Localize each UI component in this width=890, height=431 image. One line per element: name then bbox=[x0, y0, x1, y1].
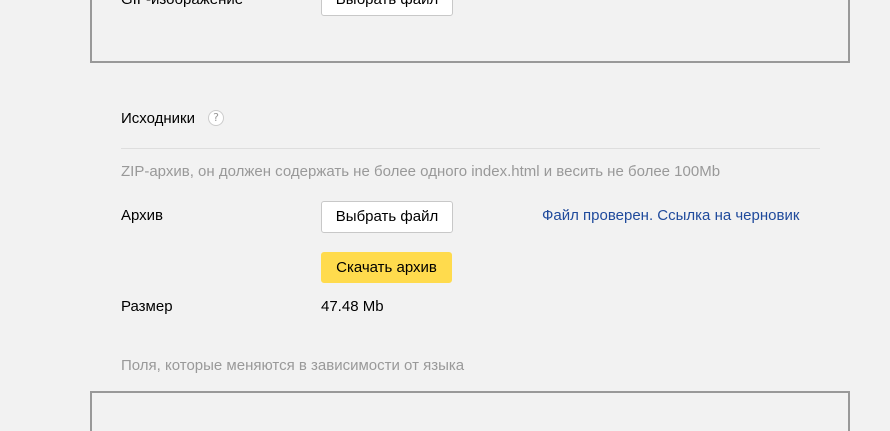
archive-label: Архив bbox=[121, 207, 164, 224]
language-fields-hint: Поля, которые меняются в зависимости от … bbox=[121, 357, 465, 374]
gif-choose-file-button[interactable]: Выбрать файл bbox=[321, 0, 453, 16]
previous-section-box bbox=[90, 0, 850, 63]
section-divider bbox=[121, 148, 820, 149]
gif-image-label: GIF-изображение bbox=[121, 0, 243, 9]
download-archive-button[interactable]: Скачать архив bbox=[321, 252, 452, 283]
sources-section-title: Исходники bbox=[121, 110, 195, 127]
sources-hint: ZIP-архив, он должен содержать не более … bbox=[121, 163, 721, 180]
size-value: 47.48 Mb bbox=[321, 298, 384, 315]
draft-link[interactable]: Файл проверен. Ссылка на черновик bbox=[542, 207, 799, 225]
help-icon[interactable]: ? bbox=[208, 110, 224, 126]
next-section-box bbox=[90, 391, 850, 431]
archive-choose-file-button[interactable]: Выбрать файл bbox=[321, 201, 453, 233]
size-label: Размер bbox=[121, 298, 173, 315]
